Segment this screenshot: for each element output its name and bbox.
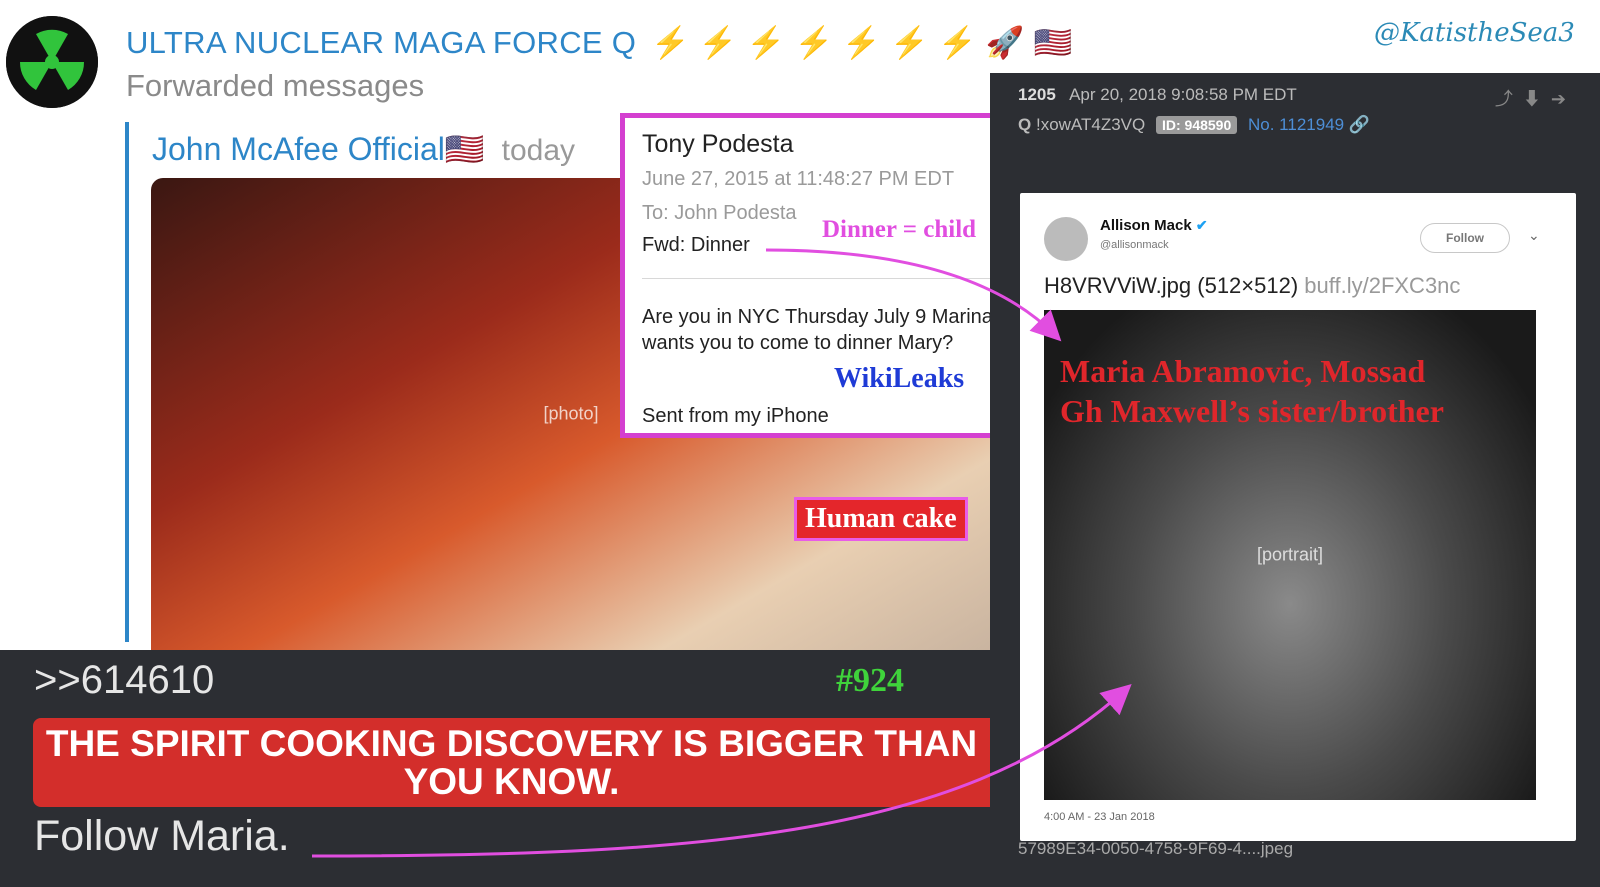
- q-id-badge[interactable]: ID: 948590: [1155, 116, 1238, 134]
- q-label: Q: [1018, 115, 1032, 134]
- channel-avatar[interactable]: [6, 16, 98, 108]
- q-post-no-link[interactable]: No. 1121949: [1248, 115, 1344, 134]
- tweet-author[interactable]: Allison Mack ✔: [1100, 217, 1208, 234]
- portrait-photo-placeholder: [portrait]: [1256, 544, 1324, 565]
- q-post-timestamp: Apr 20, 2018 9:08:58 PM EDT: [1069, 85, 1297, 104]
- tweet-link[interactable]: buff.ly/2FXC3nc: [1304, 273, 1460, 298]
- tweet-file-text: H8VRVViW.jpg (512×512): [1044, 273, 1299, 298]
- q-tripcode: !xowAT4Z3VQ: [1035, 115, 1146, 134]
- q-drop-post: >>614610 #924 THE SPIRIT COOKING DISCOVE…: [0, 650, 990, 887]
- human-cake-label: Human cake: [794, 497, 968, 541]
- share-icon[interactable]: ⤴: [1495, 89, 1523, 109]
- q-post-panel: 1205 Apr 20, 2018 9:08:58 PM EDT ⤴⬇➔ Q !…: [990, 73, 1600, 887]
- embedded-tweet[interactable]: Allison Mack ✔ @allisonmack Follow ⌄ H8V…: [1020, 193, 1576, 841]
- channel-title[interactable]: ULTRA NUCLEAR MAGA FORCE Q ⚡ ⚡ ⚡ ⚡ ⚡ ⚡ ⚡…: [126, 24, 1073, 61]
- follow-button[interactable]: Follow: [1420, 223, 1510, 253]
- forwarded-from-name: John McAfee Official🇺🇸: [152, 131, 485, 167]
- email-signature: Sent from my iPhone: [642, 405, 829, 427]
- tweet-author-name: Allison Mack: [1100, 217, 1192, 234]
- overlay-line-1: Maria Abramovic, Mossad: [1060, 353, 1426, 389]
- email-to: To: John Podesta: [642, 202, 797, 224]
- forwarded-from[interactable]: John McAfee Official🇺🇸 today: [152, 130, 575, 168]
- email-annotation: Dinner = child: [822, 216, 977, 243]
- forward-quote-bar: [125, 122, 129, 642]
- q-post-header: 1205 Apr 20, 2018 9:08:58 PM EDT: [1018, 85, 1297, 105]
- reply-link[interactable]: >>614610: [34, 658, 214, 703]
- email-from: Tony Podesta: [642, 130, 794, 158]
- wikileaks-label: WikiLeaks: [834, 363, 965, 394]
- radiation-icon: [6, 16, 98, 108]
- verified-badge-icon: ✔: [1195, 217, 1208, 233]
- go-arrow-icon[interactable]: ➔: [1551, 89, 1576, 109]
- tweet-time[interactable]: 4:00 AM - 23 Jan 2018: [1044, 811, 1155, 823]
- email-subject: Fwd: Dinner: [642, 234, 750, 256]
- follow-maria-text: Follow Maria.: [34, 812, 290, 860]
- channel-title-text: ULTRA NUCLEAR MAGA FORCE Q: [126, 25, 637, 60]
- link-icon[interactable]: 🔗: [1349, 115, 1370, 134]
- watermark: @KatistheSea3: [1374, 18, 1575, 48]
- channel-subtitle: Forwarded messages: [126, 68, 425, 103]
- cake-photo-placeholder: [photo]: [543, 403, 599, 424]
- download-icon[interactable]: ⬇: [1523, 89, 1551, 109]
- post-number-label: #924: [836, 662, 904, 699]
- email-date: June 27, 2015 at 11:48:27 PM EDT: [642, 168, 955, 190]
- email-body: Are you in NYC Thursday July 9 Marina wa…: [642, 306, 993, 354]
- email-screenshot: Tony Podesta June 27, 2015 at 11:48:27 P…: [620, 113, 1008, 438]
- forwarded-time: today: [501, 134, 575, 167]
- tweet-text: H8VRVViW.jpg (512×512) buff.ly/2FXC3nc: [1044, 273, 1460, 299]
- q-post-meta: Q !xowAT4Z3VQ ID: 948590 No. 1121949 🔗: [1018, 115, 1370, 135]
- q-post-index: 1205: [1018, 85, 1056, 104]
- q-post-filename[interactable]: 57989E34-0050-4758-9F69-4....jpeg: [1018, 839, 1293, 859]
- chevron-down-icon[interactable]: ⌄: [1528, 227, 1540, 244]
- portrait-overlay-text: Maria Abramovic, Mossad Gh Maxwell’s sis…: [1060, 351, 1444, 431]
- email-divider: [642, 278, 1003, 279]
- tweet-avatar[interactable]: [1044, 217, 1088, 261]
- tweet-handle[interactable]: @allisonmack: [1100, 239, 1169, 251]
- overlay-line-2: Gh Maxwell’s sister/brother: [1060, 393, 1444, 429]
- spirit-cooking-banner: THE SPIRIT COOKING DISCOVERY IS BIGGER T…: [33, 718, 990, 807]
- channel-emojis: ⚡ ⚡ ⚡ ⚡ ⚡ ⚡ ⚡ 🚀 🇺🇸: [651, 25, 1073, 60]
- q-post-actions: ⤴⬇➔: [1495, 85, 1576, 111]
